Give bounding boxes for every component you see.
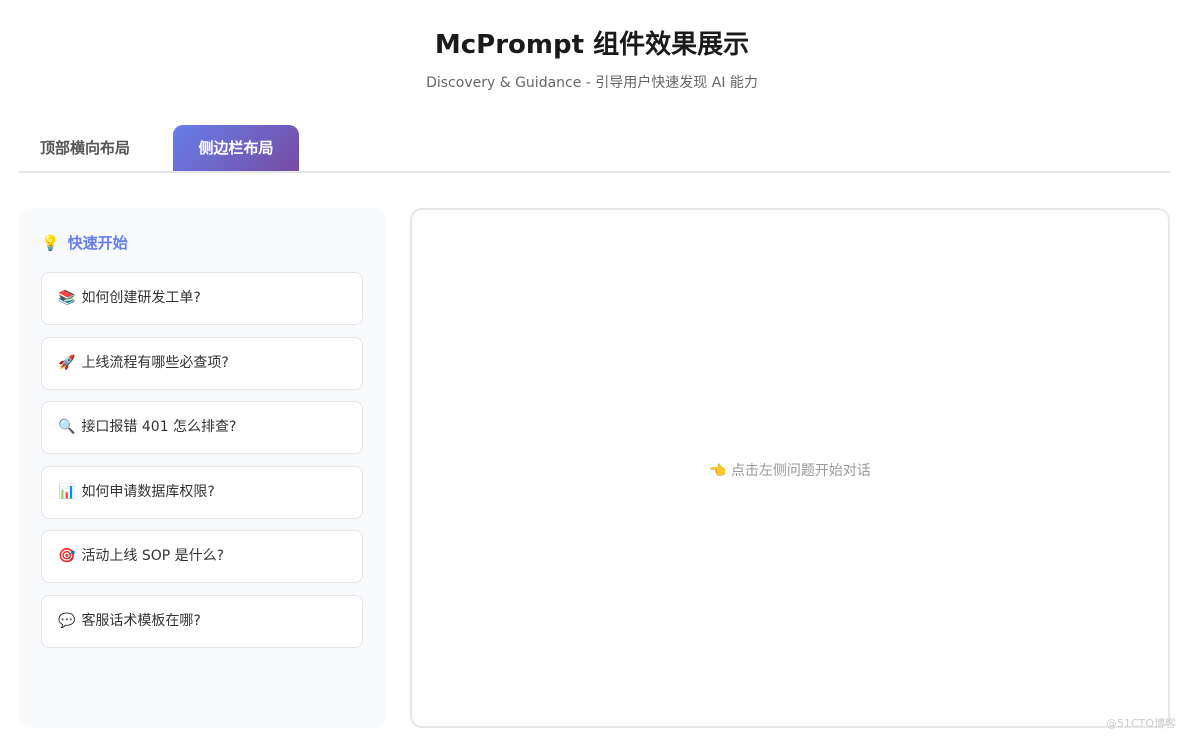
prompt-label: 上线流程有哪些必查项? [81, 355, 228, 371]
target-icon: 🎯 [58, 548, 75, 564]
prompt-label: 如何创建研发工单? [81, 290, 200, 306]
prompt-label: 客服话术模板在哪? [81, 613, 200, 629]
page-subtitle: Discovery & Guidance - 引导用户快速发现 AI 能力 [0, 72, 1184, 92]
prompt-item[interactable]: 🚀 上线流程有哪些必查项? [41, 337, 363, 390]
prompt-item[interactable]: 🔍 接口报错 401 怎么排查? [41, 401, 363, 454]
watermark: @51CTO博客 [1106, 715, 1176, 731]
quick-start-sidebar: 💡 快速开始 📚 如何创建研发工单? 🚀 上线流程有哪些必查项? 🔍 接口报错 401 … [19, 208, 386, 728]
page-title: McPrompt 组件效果展示 [0, 24, 1184, 61]
bar-chart-icon: 📊 [58, 484, 75, 500]
empty-hint: 👈 点击左侧问题开始对话 [412, 460, 1168, 480]
rocket-icon: 🚀 [58, 355, 75, 371]
prompt-item[interactable]: 🎯 活动上线 SOP 是什么? [41, 530, 363, 583]
sidebar-header: 💡 快速开始 [41, 232, 136, 253]
prompt-item[interactable]: 📊 如何申请数据库权限? [41, 466, 363, 519]
sidebar-title: 快速开始 [68, 234, 128, 252]
prompt-item[interactable]: 💬 客服话术模板在哪? [41, 595, 363, 648]
prompt-label: 接口报错 401 怎么排查? [81, 419, 236, 435]
prompt-item[interactable]: 📚 如何创建研发工单? [41, 272, 363, 325]
speech-bubble-icon: 💬 [58, 613, 75, 629]
pointing-left-icon: 👈 [709, 463, 726, 479]
chat-panel: 👈 点击左侧问题开始对话 [410, 208, 1170, 728]
magnifier-icon: 🔍 [58, 419, 75, 435]
tab-sidebar-layout[interactable]: 侧边栏布局 [173, 125, 299, 171]
layout-tabs: 顶部横向布局 侧边栏布局 [18, 125, 1170, 173]
books-icon: 📚 [58, 290, 75, 306]
lightbulb-icon: 💡 [41, 234, 60, 252]
prompt-label: 如何申请数据库权限? [81, 484, 214, 500]
prompt-label: 活动上线 SOP 是什么? [81, 548, 224, 564]
tab-top-layout[interactable]: 顶部横向布局 [18, 125, 152, 171]
hint-text: 点击左侧问题开始对话 [731, 463, 871, 479]
